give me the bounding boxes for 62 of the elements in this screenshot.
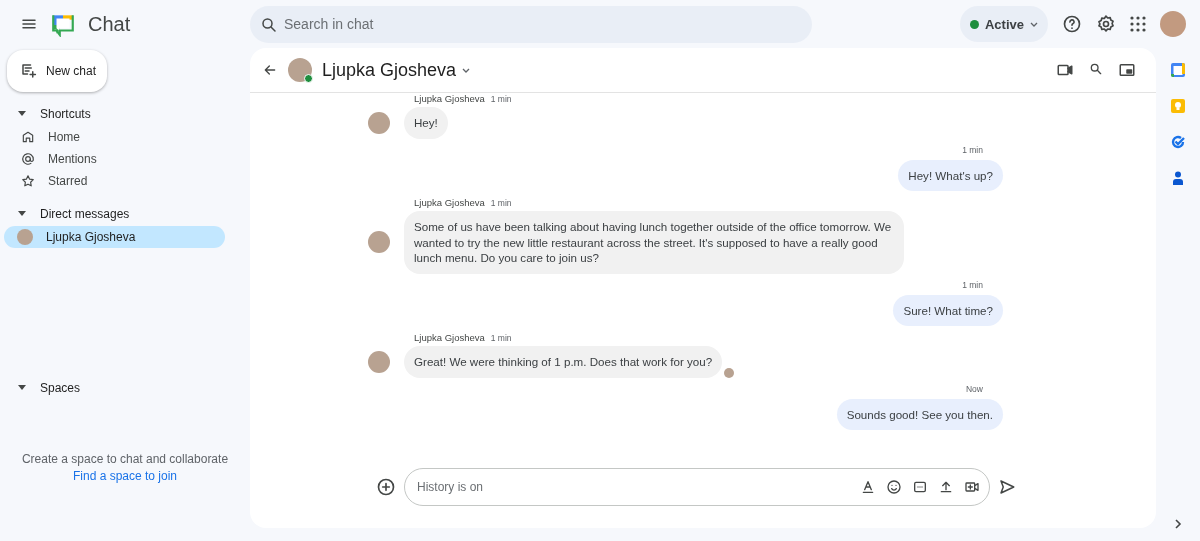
upload-icon[interactable] <box>938 479 954 495</box>
section-header[interactable]: Direct messages <box>0 204 250 224</box>
message-input[interactable]: History is on <box>404 468 990 506</box>
back-arrow-icon[interactable] <box>262 62 278 78</box>
sender-name: Ljupka Gjosheva <box>414 197 485 208</box>
new-chat-icon <box>20 62 38 80</box>
at-sign-icon <box>21 152 35 166</box>
nav-item[interactable]: Starred <box>4 170 225 192</box>
emoji-icon[interactable] <box>886 479 902 495</box>
empty-spaces-text: Create a space to chat and collaborate <box>21 452 229 466</box>
text-format-icon[interactable] <box>860 479 876 495</box>
help-icon[interactable] <box>1062 14 1082 34</box>
add-circle-icon[interactable] <box>376 477 396 497</box>
home-icon <box>21 130 35 144</box>
search-field[interactable]: Search in chat <box>250 5 812 43</box>
sender-avatar <box>368 231 390 254</box>
message-bubble: Sure! What time? <box>893 294 1003 326</box>
status-dot <box>969 19 979 29</box>
message-time: 1 min <box>490 332 512 343</box>
conversation-title[interactable]: Ljupka Gjosheva <box>322 59 471 81</box>
message-bubble: Some of us have been talking about having lunch together outside of the office tomorrow. We wanted to try the new little restaurant across the street. It's supposed to have a really good lunch menu. Do you care to join us? <box>404 211 904 274</box>
section-header[interactable]: Spaces <box>0 378 250 398</box>
message-bubble: Hey! <box>404 107 448 139</box>
section-header[interactable]: Shortcuts <box>0 104 250 124</box>
caret-icon <box>18 211 26 217</box>
apps-grid-icon[interactable] <box>1130 16 1146 32</box>
sender-name: Ljupka Gjosheva <box>414 93 485 104</box>
star-icon <box>21 174 35 188</box>
message-time: 1 min <box>962 279 984 290</box>
settings-icon[interactable] <box>1096 14 1116 34</box>
add-video-icon[interactable] <box>964 479 980 495</box>
search-icon[interactable] <box>1088 61 1104 77</box>
status-button[interactable]: Active <box>959 6 1048 42</box>
sender-name: Ljupka Gjosheva <box>414 332 485 343</box>
message-time: 1 min <box>490 197 512 208</box>
find-space-link[interactable]: Find a space to join <box>72 469 178 483</box>
sender-avatar <box>368 350 390 373</box>
chevron-right-icon[interactable] <box>1173 519 1183 529</box>
message-time: Now <box>966 383 984 394</box>
sender-avatar <box>368 111 390 134</box>
search-icon <box>260 15 278 34</box>
calendar-icon[interactable] <box>1170 62 1186 78</box>
nav-item[interactable]: Ljupka Gjosheva <box>4 226 225 248</box>
check-circle-icon[interactable] <box>1170 134 1186 150</box>
caret-icon <box>18 111 26 117</box>
read-receipt-avatar <box>724 367 735 378</box>
message-bubble: Sounds good! See you then. <box>836 398 1003 430</box>
nav-item[interactable]: Mentions <box>4 148 225 170</box>
message-bubble: Great! We were thinking of 1 p.m. Does that work for you? <box>404 346 723 378</box>
message-bubble: Hey! What's up? <box>898 159 1003 191</box>
picture-in-picture-icon[interactable] <box>1118 61 1136 79</box>
new-chat-button[interactable]: New chat <box>7 50 107 92</box>
nav-item[interactable]: Home <box>4 126 225 148</box>
message-time: 1 min <box>490 93 512 104</box>
chevron-down-icon <box>462 67 471 73</box>
send-icon[interactable] <box>998 478 1016 496</box>
message-time: 1 min <box>962 144 984 155</box>
person-icon[interactable] <box>1170 170 1186 186</box>
app-title: Chat <box>88 12 131 36</box>
chevron-down-icon <box>1030 21 1038 27</box>
caret-icon <box>18 385 26 391</box>
avatar <box>17 229 33 245</box>
